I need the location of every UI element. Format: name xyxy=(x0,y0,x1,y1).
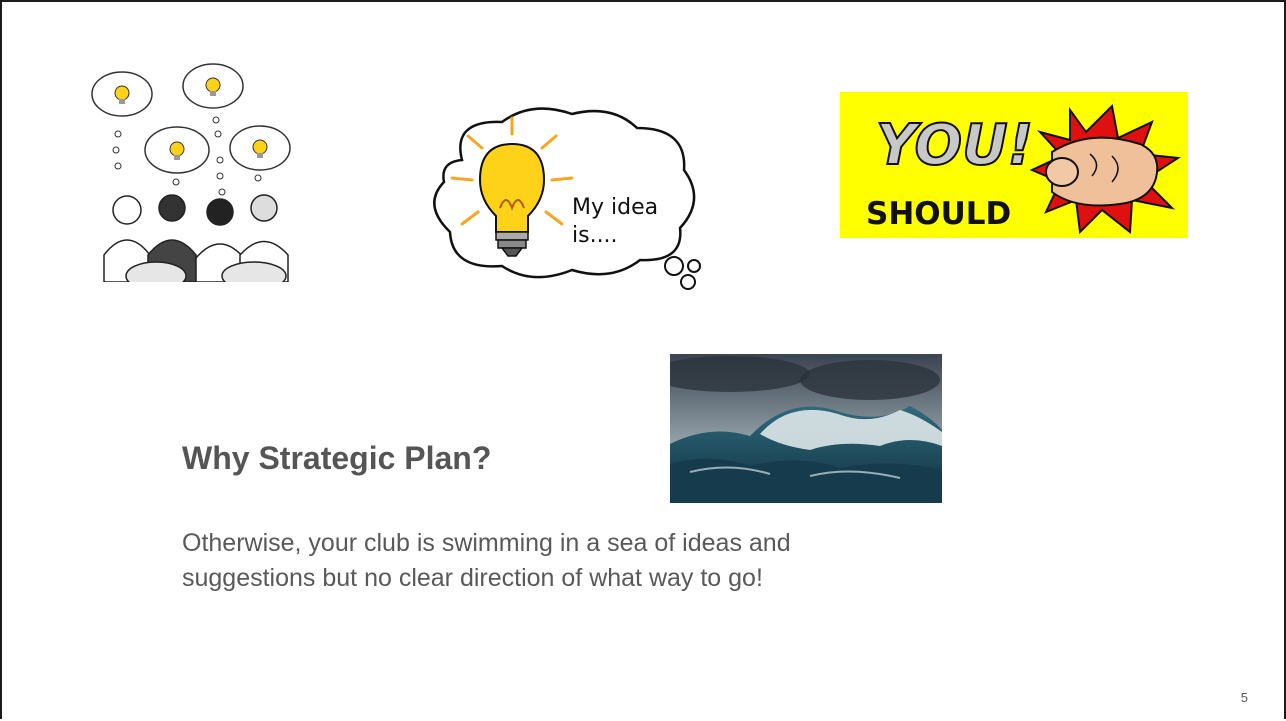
idea-bubble-line2: is.... xyxy=(572,223,618,248)
idea-thought-bubble-illustration: My idea is.... xyxy=(433,107,701,290)
you-should-illustration: YOU! SHOULD xyxy=(840,92,1188,238)
stormy-sea-image xyxy=(670,354,942,503)
thought-bubble-2 xyxy=(182,63,244,109)
pointing-hand-icon xyxy=(1045,136,1159,207)
you-text: YOU! xyxy=(876,113,1033,178)
cloud-outline xyxy=(433,107,696,279)
idea-bubble-line1: My idea xyxy=(572,195,658,220)
brainstorm-people-illustration xyxy=(91,63,291,282)
slide-title: Why Strategic Plan? xyxy=(182,440,492,476)
slide-body-text: Otherwise, your club is swimming in a se… xyxy=(182,526,982,596)
body-line-1: Otherwise, your club is swimming in a se… xyxy=(182,529,791,557)
slide: My idea is.... YOU! SHOULD Why Strategic… xyxy=(0,0,1286,719)
page-number: 5 xyxy=(1240,690,1248,705)
people-group xyxy=(103,194,289,282)
should-text: SHOULD xyxy=(866,196,1011,232)
thought-bubble-3 xyxy=(144,126,210,174)
body-line-2: suggestions but no clear direction of wh… xyxy=(182,564,763,592)
thought-bubble-1 xyxy=(91,71,153,117)
thought-bubble-4 xyxy=(229,125,291,171)
